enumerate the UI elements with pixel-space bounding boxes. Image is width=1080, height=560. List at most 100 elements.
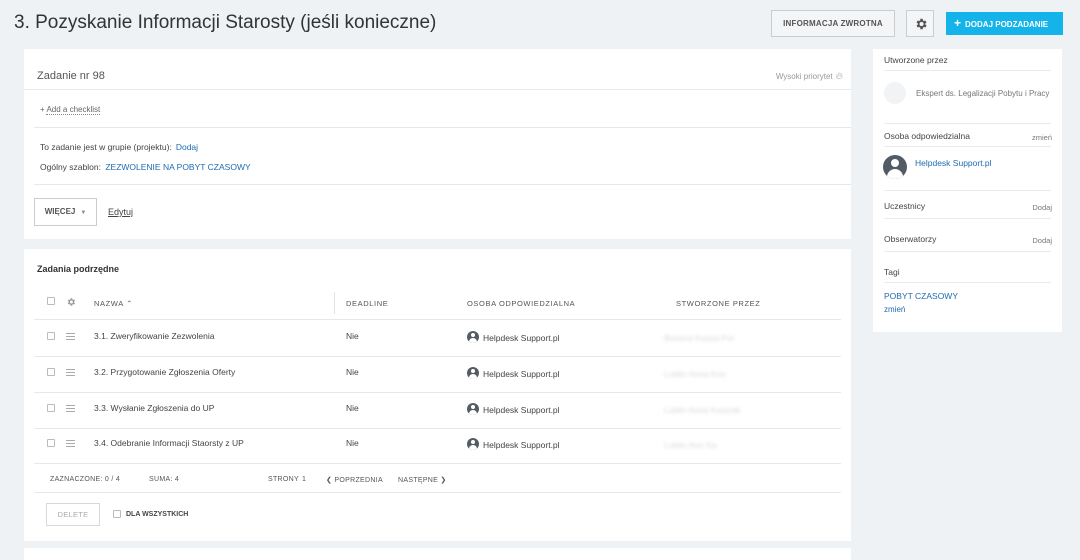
task-card: Zadanie nr 98 Wysoki priorytet 🔥︎ + Add a… — [24, 49, 851, 239]
drag-handle-icon[interactable] — [66, 440, 75, 447]
row-checkbox[interactable] — [47, 332, 55, 340]
add-group-link[interactable]: Dodaj — [176, 142, 198, 152]
column-divider — [334, 292, 335, 314]
total-count: SUMA: 4 — [149, 476, 180, 483]
chevron-left-icon: ❮ — [326, 477, 333, 484]
column-header-created-by[interactable]: STWORZONE PRZEZ — [676, 299, 760, 308]
for-all-checkbox[interactable] — [113, 510, 121, 518]
user-avatar-icon — [467, 403, 479, 415]
tag-item[interactable]: POBYT CZASOWY — [884, 291, 958, 301]
row-checkbox[interactable] — [47, 404, 55, 412]
subtask-deadline: Nie — [346, 438, 359, 448]
subtasks-title: Zadania podrzędne — [37, 264, 120, 274]
divider — [34, 127, 851, 128]
subtask-created-by: Bozena Kasza Pol — [664, 333, 734, 343]
row-checkbox[interactable] — [47, 439, 55, 447]
tags-label: Tagi — [884, 267, 900, 277]
subtask-responsible[interactable]: Helpdesk Support.pl — [483, 440, 560, 450]
page-title: 3. Pozyskanie Informacji Starosty (jeśli… — [14, 12, 437, 33]
subtask-responsible[interactable]: Helpdesk Support.pl — [483, 333, 560, 343]
column-header-responsible[interactable]: OSOBA ODPOWIEDZIALNA — [467, 299, 575, 308]
caret-down-icon: ▼ — [80, 210, 87, 216]
add-observer-link[interactable]: Dodaj — [1032, 236, 1052, 245]
subtask-name[interactable]: 3.3. Wysłanie Zgłoszenia do UP — [94, 403, 214, 413]
subtask-name[interactable]: 3.1. Zweryfikowanie Zezwolenia — [94, 331, 214, 341]
group-label: To zadanie jest w grupie (projektu): — [40, 142, 172, 152]
priority-label: Wysoki priorytet — [775, 72, 833, 81]
change-tags-link[interactable]: zmień — [884, 305, 905, 314]
more-label: WIĘCEJ — [44, 207, 76, 216]
divider — [884, 146, 1051, 147]
change-responsible-link[interactable]: zmień — [1032, 133, 1052, 142]
subtask-responsible[interactable]: Helpdesk Support.pl — [483, 369, 560, 379]
chevron-up-icon: ⌃ — [126, 299, 133, 308]
template-label: Ogólny szablon: — [40, 162, 101, 172]
divider — [884, 190, 1051, 191]
pages-label: STRONY — [268, 476, 299, 483]
divider — [34, 184, 851, 185]
task-number: Zadanie nr 98 — [37, 70, 105, 82]
divider — [34, 392, 841, 393]
subtask-responsible[interactable]: Helpdesk Support.pl — [483, 405, 560, 415]
edit-link[interactable]: Edytuj — [108, 207, 133, 217]
prev-label: POPRZEDNIA — [334, 477, 383, 484]
subtask-deadline: Nie — [346, 367, 359, 377]
drag-handle-icon[interactable] — [66, 333, 75, 340]
user-avatar-icon — [883, 155, 907, 179]
next-section — [24, 548, 851, 560]
drag-handle-icon[interactable] — [66, 405, 75, 412]
observers-label: Obserwatorzy — [884, 234, 937, 244]
subtask-name[interactable]: 3.2. Przygotowanie Zgłoszenia Oferty — [94, 367, 235, 377]
template-line: Ogólny szablon: ZEZWOLENIE NA POBYT CZAS… — [40, 162, 251, 172]
subtask-created-by: Lublin Anna Kos — [664, 369, 726, 379]
prev-page-button[interactable]: ❮ POPRZEDNIA — [326, 476, 383, 484]
gear-icon[interactable] — [66, 297, 76, 307]
next-label: NASTĘPNE — [398, 477, 439, 484]
divider — [34, 463, 841, 464]
group-line: To zadanie jest w grupie (projektu): Doda… — [40, 142, 198, 152]
subtask-created-by: Lublin Anna Kasznik — [664, 405, 741, 415]
divider — [34, 319, 841, 320]
delete-button[interactable]: DELETE — [46, 503, 100, 526]
subtask-created-by: Lublin Ann Ka — [664, 440, 717, 450]
user-avatar-icon — [467, 438, 479, 450]
user-avatar-icon — [467, 331, 479, 343]
created-by-label: Utworzone przez — [884, 55, 948, 65]
page-number[interactable]: 1 — [302, 476, 306, 483]
row-checkbox[interactable] — [47, 368, 55, 376]
add-subtask-label: DODAJ PODZADANIE — [965, 20, 1049, 29]
next-page-button[interactable]: NASTĘPNE ❯ — [398, 476, 447, 484]
divider — [24, 89, 851, 90]
user-avatar-icon — [467, 367, 479, 379]
add-participant-link[interactable]: Dodaj — [1032, 203, 1052, 212]
settings-button[interactable] — [906, 10, 934, 37]
for-all-label: DLA WSZYSTKICH — [126, 511, 189, 518]
selected-count: ZAZNACZONE: 0 / 4 — [50, 476, 121, 483]
subtask-deadline: Nie — [346, 403, 359, 413]
subtask-deadline: Nie — [346, 331, 359, 341]
plus-icon: + — [954, 16, 962, 30]
add-checklist-link[interactable]: + Add a checklist — [40, 105, 101, 115]
gear-icon — [916, 18, 927, 30]
creator-avatar — [884, 82, 906, 104]
subtask-name[interactable]: 3.4. Odebranie Informacji Staorsty z UP — [94, 438, 244, 448]
divider — [884, 282, 1051, 283]
divider — [34, 428, 841, 429]
column-header-deadline[interactable]: DEADLINE — [346, 299, 388, 308]
drag-handle-icon[interactable] — [66, 369, 75, 376]
add-subtask-button[interactable]: + DODAJ PODZADANIE — [946, 12, 1063, 35]
feedback-button[interactable]: INFORMACJA ZWROTNA — [771, 10, 895, 37]
column-name-label: NAZWA — [94, 299, 124, 308]
responsible-name[interactable]: Helpdesk Support.pl — [915, 158, 992, 168]
divider — [34, 356, 841, 357]
template-link[interactable]: ZEZWOLENIE NA POBYT CZASOWY — [105, 162, 250, 172]
column-header-name[interactable]: NAZWA ⌃ — [94, 299, 133, 308]
more-button[interactable]: WIĘCEJ ▼ — [34, 198, 97, 226]
divider — [884, 70, 1051, 71]
select-all-checkbox[interactable] — [47, 297, 55, 305]
responsible-label: Osoba odpowiedzialna — [884, 131, 971, 141]
priority-toggle[interactable]: Wysoki priorytet 🔥︎ — [776, 71, 843, 82]
task-sidebar: Utworzone przez Ekspert ds. Legalizacji … — [873, 49, 1062, 332]
divider — [884, 251, 1051, 252]
participants-label: Uczestnicy — [884, 201, 926, 211]
